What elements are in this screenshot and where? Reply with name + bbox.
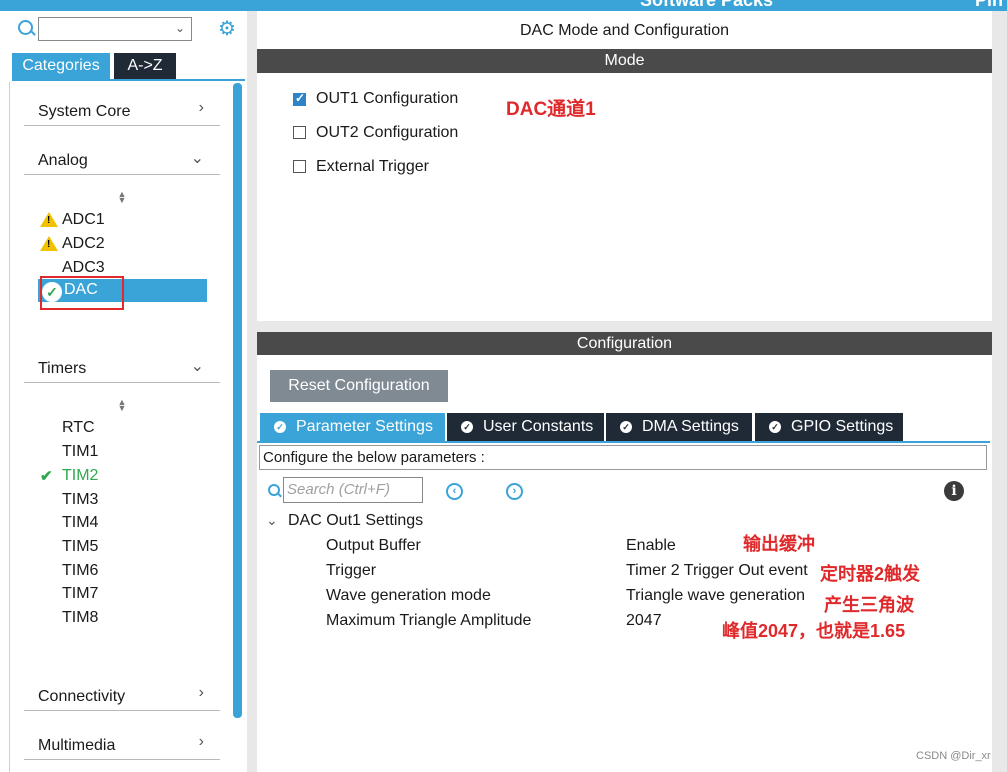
- param-name-wave-generation-mode[interactable]: Wave generation mode: [326, 587, 491, 605]
- page-title: DAC Mode and Configuration: [519, 22, 729, 39]
- category-list: [9, 82, 245, 772]
- pinout-tab[interactable]: Pin: [975, 0, 1003, 11]
- list-item-tim2[interactable]: TIM2: [62, 467, 98, 485]
- tab-label: GPIO Settings: [791, 418, 894, 435]
- warning-icon: !: [40, 212, 58, 227]
- annotation-output-buffer: 输出缓冲: [743, 534, 815, 554]
- out1-checkbox[interactable]: [293, 91, 306, 106]
- annotation-wave: 产生三角波: [824, 595, 914, 615]
- tab-underline: [257, 441, 990, 443]
- search-combo[interactable]: ⌄: [38, 17, 192, 41]
- configure-hint: Configure the below parameters :: [259, 445, 987, 470]
- warning-icon: !: [40, 236, 58, 251]
- category-connectivity[interactable]: Connectivity ›: [24, 682, 220, 711]
- list-item-tim3[interactable]: TIM3: [62, 491, 98, 509]
- param-value-max-triangle-amplitude[interactable]: 2047: [626, 612, 662, 630]
- category-analog[interactable]: Analog ⌄: [24, 146, 220, 175]
- out2-label: OUT2 Configuration: [316, 124, 459, 141]
- tab-label: Parameter Settings: [296, 418, 433, 435]
- highlight-box: [40, 276, 124, 310]
- sort-icon[interactable]: ▲ ▼: [115, 398, 129, 413]
- tab-underline: [12, 79, 245, 81]
- search-icon: [268, 484, 280, 496]
- chevron-down-icon[interactable]: ⌄: [175, 21, 185, 35]
- list-item-tim7[interactable]: TIM7: [62, 585, 98, 603]
- list-item-tim5[interactable]: TIM5: [62, 538, 98, 556]
- category-label: Analog: [38, 152, 88, 169]
- chevron-down-icon: ⌄: [190, 150, 204, 167]
- tab-parameter-settings[interactable]: ✓ Parameter Settings: [260, 413, 445, 441]
- top-strip: Software Packs Pin: [0, 0, 1007, 11]
- tab-a-z[interactable]: A->Z: [114, 53, 176, 79]
- check-circle-icon: ✓: [620, 421, 632, 433]
- check-circle-icon: ✓: [769, 421, 781, 433]
- previous-icon[interactable]: ‹: [446, 483, 463, 500]
- panel-scrollbar[interactable]: [993, 11, 1007, 772]
- category-timers[interactable]: Timers ⌄: [24, 354, 220, 383]
- category-label: System Core: [38, 103, 131, 120]
- chevron-down-icon: ⌄: [190, 358, 204, 375]
- chevron-right-icon: ›: [198, 684, 204, 701]
- list-item-adc3[interactable]: ADC3: [62, 259, 105, 277]
- param-name-max-triangle-amplitude[interactable]: Maximum Triangle Amplitude: [326, 612, 531, 630]
- parameter-search-input[interactable]: Search (Ctrl+F): [283, 477, 423, 503]
- category-system-core[interactable]: System Core ›: [24, 97, 220, 126]
- list-item-tim6[interactable]: TIM6: [62, 562, 98, 580]
- sidebar-scrollbar[interactable]: [233, 83, 242, 718]
- list-item-tim8[interactable]: TIM8: [62, 609, 98, 627]
- list-item-tim1[interactable]: TIM1: [62, 443, 98, 461]
- reset-configuration-button[interactable]: Reset Configuration: [270, 370, 448, 402]
- check-circle-icon: ✓: [461, 421, 473, 433]
- search-icon: [18, 20, 33, 35]
- tab-user-constants[interactable]: ✓ User Constants: [447, 413, 604, 441]
- annotation-amplitude: 峰值2047，也就是1.65: [722, 621, 906, 641]
- mode-section: [257, 73, 992, 321]
- external-trigger-label: External Trigger: [316, 158, 429, 175]
- out2-checkbox[interactable]: [293, 126, 306, 139]
- watermark: CSDN @Dir_xr: [916, 750, 991, 762]
- tab-label: User Constants: [483, 418, 594, 435]
- sort-icon[interactable]: ▲ ▼: [115, 190, 129, 205]
- software-packs-tab[interactable]: Software Packs: [640, 0, 773, 11]
- out1-label: OUT1 Configuration: [316, 90, 459, 107]
- chevron-right-icon: ›: [198, 99, 204, 116]
- category-label: Multimedia: [38, 737, 116, 754]
- tab-label: DMA Settings: [642, 418, 739, 435]
- chevron-down-icon[interactable]: ⌄: [266, 512, 278, 529]
- annotation-trigger: 定时器2触发: [820, 564, 921, 584]
- param-value-output-buffer[interactable]: Enable: [626, 537, 676, 555]
- annotation-dac-channel: DAC通道1: [506, 99, 596, 120]
- param-value-wave-generation-mode[interactable]: Triangle wave generation: [626, 587, 805, 605]
- tab-gpio-settings[interactable]: ✓ GPIO Settings: [755, 413, 903, 441]
- list-item-adc2[interactable]: ADC2: [62, 235, 105, 253]
- list-item-tim4[interactable]: TIM4: [62, 514, 98, 532]
- check-circle-icon: ✓: [274, 421, 286, 433]
- next-icon[interactable]: ›: [506, 483, 523, 500]
- tab-categories[interactable]: Categories: [12, 53, 110, 79]
- param-name-trigger[interactable]: Trigger: [326, 562, 376, 580]
- chevron-right-icon: ›: [198, 733, 204, 750]
- configuration-header: Configuration: [257, 332, 992, 355]
- group-dac-out1-settings[interactable]: DAC Out1 Settings: [288, 512, 423, 530]
- external-trigger-checkbox[interactable]: [293, 160, 306, 173]
- mode-header: Mode: [257, 49, 992, 73]
- category-multimedia[interactable]: Multimedia ›: [24, 731, 220, 760]
- param-value-trigger[interactable]: Timer 2 Trigger Out event: [626, 562, 808, 580]
- tab-dma-settings[interactable]: ✓ DMA Settings: [606, 413, 752, 441]
- info-icon[interactable]: i: [944, 481, 964, 501]
- category-label: Connectivity: [38, 688, 126, 705]
- list-item-adc1[interactable]: ADC1: [62, 211, 105, 229]
- category-label: Timers: [38, 360, 87, 377]
- check-icon: ✔: [40, 468, 53, 485]
- list-item-rtc[interactable]: RTC: [62, 419, 95, 437]
- param-name-output-buffer[interactable]: Output Buffer: [326, 537, 421, 555]
- gear-icon[interactable]: ⚙: [216, 18, 238, 40]
